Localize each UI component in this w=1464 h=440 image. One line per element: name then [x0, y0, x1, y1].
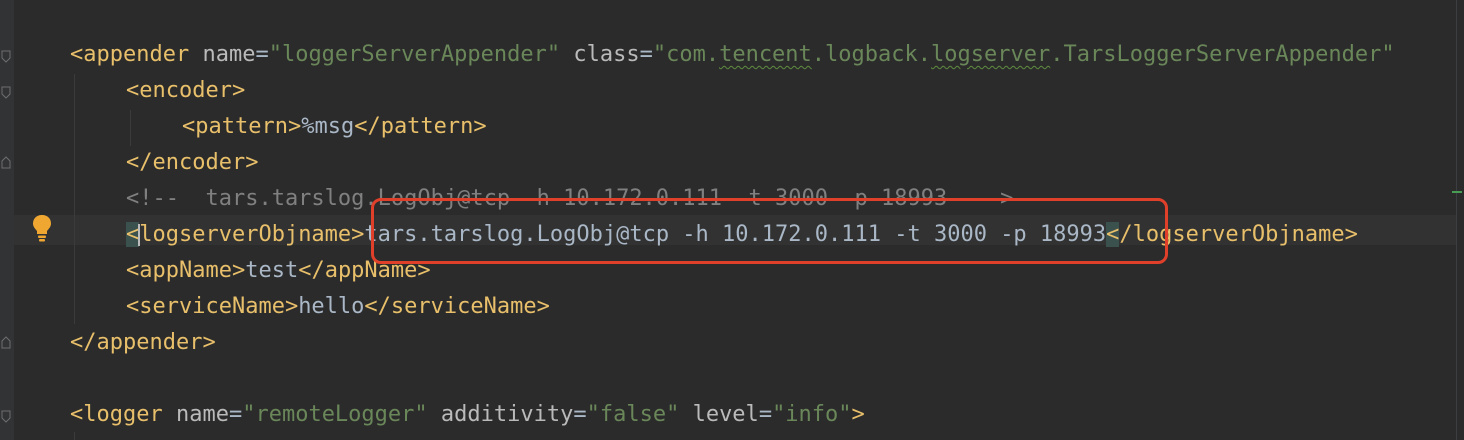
editor-gutter [0, 0, 14, 440]
code-line-appender-open: <appender name="loggerServerAppender" cl… [70, 42, 1395, 67]
fold-marker-icon[interactable] [1, 50, 11, 63]
code-line-encoder-open: <encoder> [126, 78, 246, 103]
code-line-pattern: <pattern>%msg</pattern> [182, 114, 487, 139]
indent-guide [74, 432, 75, 440]
fold-marker-icon[interactable] [1, 336, 11, 349]
scrollbar-marker[interactable] [1452, 191, 1462, 193]
indent-guide [74, 74, 75, 324]
indent-guide [130, 110, 131, 146]
lightbulb-icon[interactable] [30, 213, 54, 243]
annotation-highlight-box [371, 198, 1168, 264]
fold-marker-icon[interactable] [1, 156, 11, 169]
code-line-logger-open: <logger name="remoteLogger" additivity="… [70, 402, 865, 427]
fold-marker-icon[interactable] [1, 86, 11, 99]
fold-marker-icon[interactable] [1, 410, 11, 423]
code-line-encoder-close: </encoder> [126, 150, 259, 175]
code-line-servicename: <serviceName>hello</serviceName> [126, 294, 550, 319]
code-line-appender-close: </appender> [70, 330, 216, 355]
editor-right-margin [1456, 0, 1464, 440]
